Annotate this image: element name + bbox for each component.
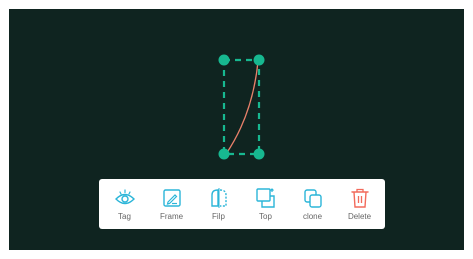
resize-handle-bottom-left[interactable] <box>218 148 230 160</box>
selection-toolbar: Tag Frame Filp Top clone Delete <box>99 179 385 229</box>
clone-label: clone <box>302 211 323 221</box>
flip-icon <box>208 187 230 209</box>
delete-label: Delete <box>347 211 372 221</box>
flip-button[interactable]: Filp <box>197 181 241 227</box>
resize-handle-top-right[interactable] <box>253 54 265 66</box>
drawn-curve[interactable] <box>225 60 259 155</box>
resize-handle-bottom-right[interactable] <box>253 148 265 160</box>
tag-button[interactable]: Tag <box>103 181 147 227</box>
frame-icon <box>161 187 183 209</box>
selection-box <box>222 58 261 156</box>
resize-handle-top-left[interactable] <box>218 54 230 66</box>
clone-icon <box>302 187 324 209</box>
eye-icon <box>114 187 136 209</box>
top-label: Top <box>259 211 272 221</box>
delete-button[interactable]: Delete <box>338 181 382 227</box>
tag-label: Tag <box>118 211 131 221</box>
flip-label: Filp <box>212 211 225 221</box>
trash-icon <box>349 187 371 209</box>
top-button[interactable]: Top <box>244 181 288 227</box>
bring-to-top-icon <box>255 187 277 209</box>
drawing-canvas[interactable]: Tag Frame Filp Top clone Delete <box>9 9 464 250</box>
frame-button[interactable]: Frame <box>150 181 194 227</box>
frame-label: Frame <box>159 211 184 221</box>
clone-button[interactable]: clone <box>291 181 335 227</box>
